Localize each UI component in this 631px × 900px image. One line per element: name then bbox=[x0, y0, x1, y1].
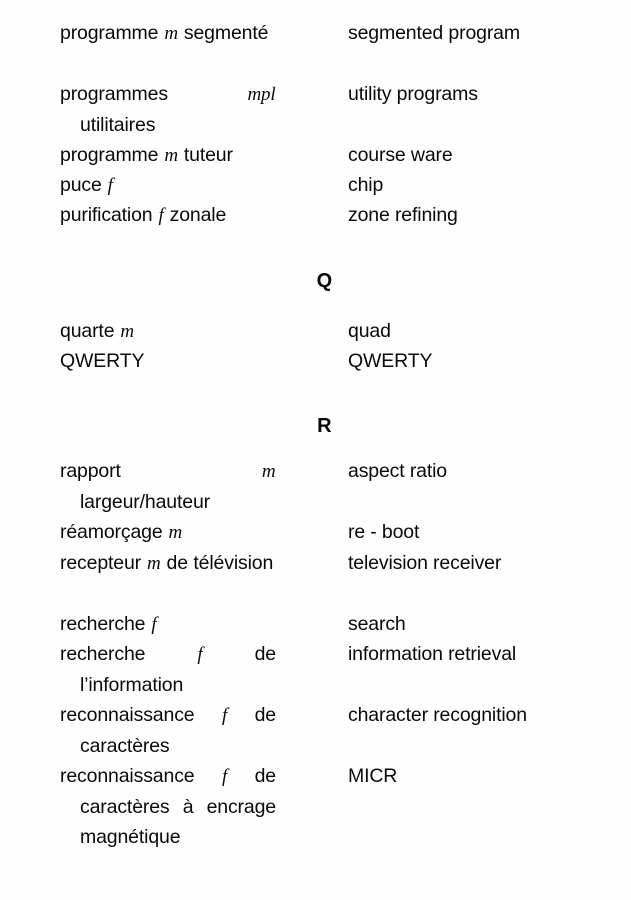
gender-marker: m bbox=[147, 553, 161, 574]
french-term-tail: zonale bbox=[169, 204, 227, 226]
french-headword: reconnaissance bbox=[60, 765, 195, 787]
french-term: quarte m bbox=[60, 316, 276, 347]
section-letter-q: Q bbox=[0, 270, 631, 293]
section-letter-text: R bbox=[317, 415, 332, 437]
dictionary-entry: réamorçage m re - boot bbox=[0, 517, 631, 547]
french-headword: purification bbox=[60, 204, 153, 226]
french-headword: programme bbox=[60, 22, 159, 44]
dictionary-entry: recherche f de l’information information … bbox=[0, 639, 631, 696]
french-headword: programme bbox=[60, 144, 159, 166]
french-term-tail: de télévision bbox=[166, 552, 274, 574]
gender-marker: m bbox=[164, 145, 178, 166]
dictionary-entry: purification f zonale zone refining bbox=[0, 200, 631, 230]
english-equivalent: character recognition bbox=[348, 704, 527, 726]
french-term: réamorçage m bbox=[60, 517, 276, 548]
english-equivalent: segmented program bbox=[348, 22, 520, 44]
dictionary-entry: quarte m quad bbox=[0, 316, 631, 346]
french-term: recherche f bbox=[60, 609, 276, 640]
dictionary-entry: programme m tuteur course ware bbox=[0, 140, 631, 170]
french-headword: réamorçage bbox=[60, 521, 163, 543]
french-headword: rapport bbox=[60, 460, 121, 482]
french-term: reconnaissance f de caractères bbox=[60, 700, 276, 761]
english-equivalent: re - boot bbox=[348, 521, 420, 543]
section-letter-text: Q bbox=[316, 270, 333, 292]
french-term-tail: largeur/hauteur bbox=[80, 491, 211, 514]
dictionary-entry: recepteur m de télévision television rece… bbox=[0, 548, 631, 578]
dictionary-entry: rapport m largeur/hauteur aspect ratio bbox=[0, 456, 631, 513]
english-equivalent: aspect ratio bbox=[348, 460, 448, 482]
french-headword: programmes bbox=[60, 83, 168, 105]
gender-marker: f bbox=[221, 766, 228, 787]
french-term: reconnaissance f de caractères à encrage… bbox=[60, 761, 276, 853]
french-term-tail: tuteur bbox=[183, 144, 233, 166]
french-headword: recherche bbox=[60, 613, 146, 635]
english-equivalent: course ware bbox=[348, 144, 453, 166]
dictionary-entry: QWERTY QWERTY bbox=[0, 346, 631, 376]
dictionary-entry: programmes mpl utilitaires utility progra… bbox=[0, 79, 631, 136]
dictionary-entry: reconnaissance f de caractères à encrage… bbox=[0, 761, 631, 848]
dictionary-entry: programme m segmenté segmented program bbox=[0, 18, 631, 48]
dictionary-page: programme m segmenté segmented program pro… bbox=[0, 0, 631, 900]
english-equivalent: MICR bbox=[348, 765, 398, 787]
gender-marker: f bbox=[197, 644, 203, 665]
french-headword: QWERTY bbox=[60, 350, 145, 372]
french-term-tail: utilitaires bbox=[80, 114, 156, 137]
french-headword: recherche bbox=[60, 643, 146, 665]
french-headword: quarte bbox=[60, 320, 115, 342]
french-term: QWERTY bbox=[60, 346, 276, 376]
english-equivalent: zone refining bbox=[348, 204, 458, 226]
gender-marker: m bbox=[120, 321, 134, 342]
french-term: puce f bbox=[60, 170, 276, 201]
french-term: recherche f de l’information bbox=[60, 639, 276, 700]
english-equivalent: television receiver bbox=[348, 552, 502, 574]
dictionary-entry: puce f chip bbox=[0, 170, 631, 200]
french-headword: puce bbox=[60, 174, 102, 196]
french-term-tail: segmenté bbox=[183, 22, 269, 44]
french-term: programme m segmenté bbox=[60, 18, 276, 49]
gender-marker: f bbox=[107, 175, 113, 196]
english-equivalent: search bbox=[348, 613, 406, 635]
french-headword: reconnaissance bbox=[60, 704, 195, 726]
english-equivalent: utility programs bbox=[348, 83, 478, 105]
gender-marker: m bbox=[164, 23, 178, 44]
english-equivalent: chip bbox=[348, 174, 384, 196]
english-equivalent: QWERTY bbox=[348, 350, 433, 372]
english-equivalent: information retrieval bbox=[348, 643, 517, 665]
french-term: programmes mpl utilitaires bbox=[60, 79, 276, 140]
english-equivalent: quad bbox=[348, 320, 391, 342]
gender-marker: m bbox=[261, 461, 276, 482]
french-term: recepteur m de télévision bbox=[60, 548, 276, 579]
gender-marker: mpl bbox=[247, 84, 276, 105]
dictionary-entry: reconnaissance f de caractères character … bbox=[0, 700, 631, 757]
french-term: rapport m largeur/hauteur bbox=[60, 456, 276, 517]
french-term: programme m tuteur bbox=[60, 140, 276, 171]
gender-marker: f bbox=[221, 705, 228, 726]
french-headword: recepteur bbox=[60, 552, 142, 574]
gender-marker: f bbox=[151, 614, 157, 635]
section-letter-r: R bbox=[0, 415, 631, 438]
gender-marker: m bbox=[168, 522, 183, 543]
gender-marker: f bbox=[158, 205, 164, 226]
french-term: purification f zonale bbox=[60, 200, 276, 231]
dictionary-entry: recherche f search bbox=[0, 609, 631, 639]
